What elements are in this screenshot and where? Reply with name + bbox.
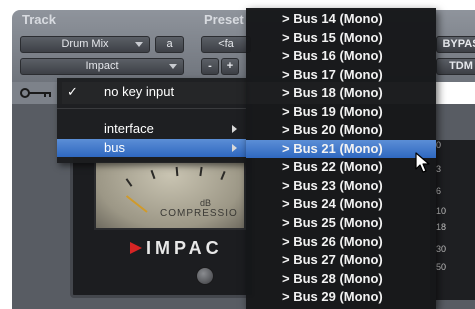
- bus-menu-item-label: > Bus 22 (Mono): [282, 159, 383, 174]
- bus-menu-item-label: > Bus 19 (Mono): [282, 104, 383, 119]
- bus-menu-item[interactable]: > Bus 20 (Mono): [246, 121, 436, 139]
- chevron-down-icon: [169, 64, 177, 69]
- bus-menu-item-label: > Bus 17 (Mono): [282, 67, 383, 82]
- menu-item-no-key-input[interactable]: ✓ no key input: [57, 83, 246, 101]
- bus-submenu: > Bus 14 (Mono) > Bus 15 (Mono) > Bus 16…: [246, 8, 436, 309]
- meter-scale-label: 0: [436, 140, 442, 150]
- next-preset-button[interactable]: +: [221, 58, 239, 75]
- bus-menu-item[interactable]: > Bus 28 (Mono): [246, 270, 436, 288]
- bus-menu-item-selected[interactable]: > Bus 21 (Mono): [246, 140, 436, 158]
- track-slot-selector[interactable]: a: [155, 36, 184, 53]
- impact-logo-arrow-icon: [130, 242, 142, 254]
- bus-menu-item[interactable]: > Bus 17 (Mono): [246, 66, 436, 84]
- menu-item-bus[interactable]: bus: [57, 139, 246, 157]
- track-name: Drum Mix: [61, 38, 109, 50]
- menu-item-label: no key input: [104, 84, 175, 99]
- track-slot: a: [166, 38, 173, 50]
- bus-menu-item-label: > Bus 16 (Mono): [282, 48, 383, 63]
- bus-menu-item[interactable]: > Bus 23 (Mono): [246, 177, 436, 195]
- preset-label: Preset: [204, 12, 244, 27]
- chevron-down-icon: [135, 42, 143, 47]
- key-icon[interactable]: [20, 88, 54, 98]
- bypass-button[interactable]: BYPAS: [436, 36, 475, 53]
- meter-scale-label: 50: [436, 262, 447, 272]
- submenu-arrow-icon: [232, 144, 237, 152]
- bus-menu-item-label: > Bus 18 (Mono): [282, 85, 383, 100]
- preset-name: <fa: [218, 38, 234, 50]
- bus-menu-item-label: > Bus 15 (Mono): [282, 30, 383, 45]
- meter-compression-label: COMPRESSIO: [160, 208, 238, 219]
- bus-menu-item-label: > Bus 21 (Mono): [282, 141, 383, 156]
- insert-selector[interactable]: Impact: [20, 58, 184, 75]
- bus-menu-item-label: > Bus 27 (Mono): [282, 252, 383, 267]
- menu-item-label: interface: [104, 121, 154, 136]
- bus-menu-item-label: > Bus 20 (Mono): [282, 122, 383, 137]
- menu-separator: [57, 108, 246, 109]
- bus-menu-item-label: > Bus 24 (Mono): [282, 196, 383, 211]
- bus-menu-item[interactable]: > Bus 29 (Mono): [246, 288, 436, 306]
- meter-scale-label: 3: [436, 164, 442, 174]
- impact-knob[interactable]: [196, 267, 214, 285]
- track-selector[interactable]: Drum Mix: [20, 36, 150, 53]
- mouse-pointer-icon: [415, 152, 430, 173]
- menu-item-label: bus: [104, 140, 125, 155]
- bus-menu-item[interactable]: > Bus 26 (Mono): [246, 233, 436, 251]
- insert-name: Impact: [85, 60, 119, 72]
- bus-menu-item[interactable]: > Bus 14 (Mono): [246, 10, 436, 28]
- preset-selector[interactable]: <fa: [201, 36, 251, 53]
- bus-menu-item[interactable]: > Bus 15 (Mono): [246, 29, 436, 47]
- key-input-row: [12, 82, 62, 104]
- checkmark-icon: ✓: [67, 84, 78, 99]
- bus-menu-item-label: > Bus 29 (Mono): [282, 289, 383, 304]
- bus-menu-item-label: > Bus 28 (Mono): [282, 271, 383, 286]
- bus-menu-item[interactable]: > Bus 24 (Mono): [246, 195, 436, 213]
- meter-scale-label: 10: [436, 206, 447, 216]
- meter-scale-label: 6: [436, 186, 442, 196]
- meter-scale-label: 30: [436, 244, 447, 254]
- bus-menu-item-label: > Bus 14 (Mono): [282, 11, 383, 26]
- bus-menu-item-label: > Bus 26 (Mono): [282, 234, 383, 249]
- impact-logo: IMPAC: [146, 238, 223, 258]
- track-label: Track: [22, 12, 56, 27]
- meter-db-label: dB: [200, 198, 212, 208]
- plugin-window: Track Preset Drum Mix a Impact <fa - + B…: [0, 0, 475, 309]
- bus-menu-item[interactable]: > Bus 25 (Mono): [246, 214, 436, 232]
- bus-menu-item[interactable]: > Bus 22 (Mono): [246, 158, 436, 176]
- bus-menu-item-label: > Bus 25 (Mono): [282, 215, 383, 230]
- bus-menu-item[interactable]: > Bus 19 (Mono): [246, 103, 436, 121]
- bus-menu-item[interactable]: > Bus 27 (Mono): [246, 251, 436, 269]
- bus-menu-item[interactable]: > Bus 18 (Mono): [246, 84, 436, 102]
- previous-preset-button[interactable]: -: [201, 58, 219, 75]
- menu-item-interface[interactable]: interface: [57, 120, 246, 138]
- submenu-arrow-icon: [232, 125, 237, 133]
- bus-menu-item-label: > Bus 23 (Mono): [282, 178, 383, 193]
- format-button[interactable]: TDM: [436, 58, 475, 75]
- bus-menu-item[interactable]: > Bus 16 (Mono): [246, 47, 436, 65]
- meter-scale-label: 18: [436, 222, 447, 232]
- key-input-menu: ✓ no key input interface bus: [57, 78, 246, 163]
